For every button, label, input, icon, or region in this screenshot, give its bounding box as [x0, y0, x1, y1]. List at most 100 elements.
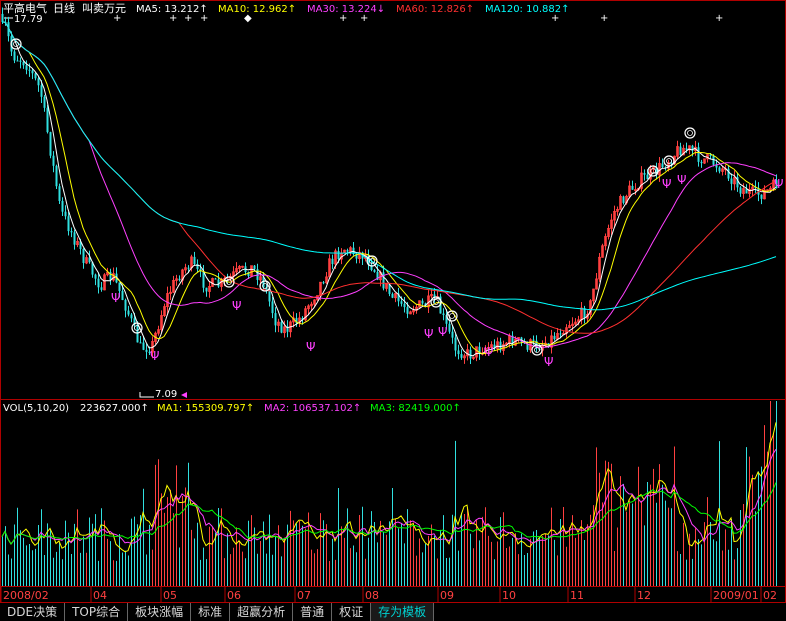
candle-body	[400, 301, 403, 304]
candle-body	[37, 78, 40, 86]
candle-body	[31, 70, 34, 74]
candle-body	[43, 96, 46, 108]
candle-body	[739, 187, 742, 194]
tab-standard[interactable]: 标准	[191, 603, 231, 621]
candle-body	[97, 278, 100, 288]
price-max-label: 17.79	[14, 14, 43, 25]
volume-legend-item: MA3: 82419.000↑	[370, 403, 461, 414]
candle-body	[697, 147, 700, 162]
volume-legend-item: 223627.000↑	[80, 403, 149, 414]
candle-body	[25, 65, 28, 70]
x-axis: 2008/02 04 05 06 07 08 09 10 11 12 2009/01 02	[0, 587, 777, 602]
candle-body	[67, 216, 70, 232]
signal-psi-icon: Ψ	[306, 340, 315, 354]
candle-body	[346, 250, 349, 252]
candle-body	[460, 354, 463, 358]
tab-top[interactable]: TOP综合	[65, 603, 129, 621]
x-tick-label: 05	[163, 589, 177, 602]
candle-body	[205, 287, 208, 292]
candle-body	[457, 350, 460, 355]
signal-psi-icon: Ψ	[677, 173, 686, 187]
candle-body	[643, 173, 646, 175]
signal-circle-inner-icon	[687, 130, 693, 136]
candle-body	[124, 299, 127, 311]
candle-body	[700, 161, 703, 164]
candle-body	[679, 146, 682, 155]
candle-body	[121, 291, 124, 300]
candle-body	[145, 349, 148, 352]
candle-body	[553, 335, 556, 340]
candle-body	[1, 13, 4, 22]
x-tick-label: 2008/02	[3, 589, 49, 602]
tab-warrant[interactable]: 权证	[332, 603, 372, 621]
candle-body	[322, 282, 325, 284]
x-tick-label: 10	[502, 589, 516, 602]
signal-psi-icon: Ψ	[438, 325, 447, 339]
candle-body	[202, 271, 205, 288]
signal-psi-icon: Ψ	[774, 177, 783, 191]
candle-body	[118, 282, 121, 292]
candle-body	[337, 250, 340, 260]
volume-indicator-label: VOL(5,10,20)	[3, 403, 69, 414]
x-tick-label: 11	[570, 589, 584, 602]
candle-body	[382, 272, 385, 289]
period-label: 日线	[53, 1, 75, 15]
candle-body	[253, 265, 256, 270]
volume-legend: 223627.000↑ MA1: 155309.797↑ MA2: 106537.1…	[80, 403, 461, 414]
candle-body	[451, 331, 454, 338]
tab-sector-gain[interactable]: 板块涨幅	[128, 603, 192, 621]
top-signal-icon: +	[339, 13, 347, 24]
candle-body	[58, 186, 61, 201]
x-tick-label: 08	[365, 589, 379, 602]
signal-circle-icon	[684, 127, 696, 139]
candle-body	[448, 323, 451, 332]
signal-psi-icon: Ψ	[544, 355, 553, 369]
candle-body	[454, 337, 457, 351]
volume-pane	[1, 401, 777, 586]
top-signal-icon: ◆	[244, 13, 252, 24]
x-tick-label: 2009/01	[713, 589, 759, 602]
candle-body	[28, 69, 31, 71]
candle-body	[214, 278, 217, 280]
pointer-left-icon	[181, 392, 187, 398]
top-signal-icon: +	[184, 13, 192, 24]
candlestick-chart[interactable]: 平高电气 日线 叫卖万元 MA5: 13.212↑ MA10: 12.962↑ MA…	[0, 0, 786, 621]
price-min-label: 7.09	[155, 389, 177, 400]
price-min-marker	[139, 392, 154, 398]
signal-psi-icon: Ψ	[150, 349, 159, 363]
candle-body	[193, 256, 196, 264]
tab-save-template[interactable]: 存为模板	[371, 603, 435, 621]
top-signal-icon: +	[360, 13, 368, 24]
tab-normal[interactable]: 普通	[293, 603, 333, 621]
candle-body	[94, 274, 97, 279]
candle-body	[40, 85, 43, 97]
candle-body	[268, 290, 271, 302]
candle-body	[760, 194, 763, 199]
volume-legend-item: MA2: 106537.102↑	[264, 403, 361, 414]
candle-body	[100, 287, 103, 290]
candle-body	[61, 200, 64, 212]
candle-body	[130, 314, 133, 319]
candle-body	[622, 196, 625, 203]
candle-body	[34, 73, 37, 79]
candle-body	[49, 132, 52, 156]
candle-body	[13, 51, 16, 61]
candle-body	[331, 258, 334, 265]
candle-body	[406, 307, 409, 314]
candle-body	[55, 165, 58, 187]
candle-body	[391, 293, 394, 298]
tab-dde[interactable]: DDE决策	[0, 603, 66, 621]
candle-body	[646, 174, 649, 180]
candle-body	[187, 267, 190, 269]
top-signal-icon: +	[169, 13, 177, 24]
candle-body	[271, 301, 274, 314]
candle-body	[127, 310, 130, 315]
candle-body	[559, 333, 562, 335]
candle-body	[73, 232, 76, 245]
top-signal-icon: +	[551, 13, 559, 24]
candle-body	[532, 339, 535, 341]
tab-super-analysis[interactable]: 超赢分析	[230, 603, 294, 621]
candle-body	[730, 178, 733, 184]
ma-legend-item: MA60: 12.826↑	[396, 4, 474, 15]
candle-body	[22, 61, 25, 66]
